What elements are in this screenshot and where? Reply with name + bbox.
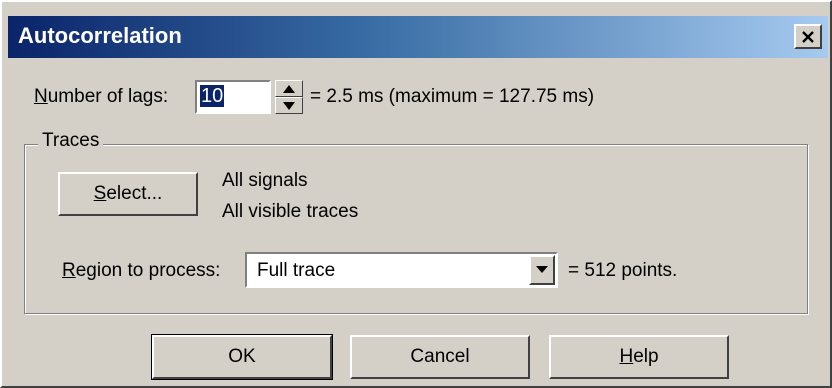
cancel-button[interactable]: Cancel <box>350 335 530 379</box>
region-selected-value: Full trace <box>257 260 336 281</box>
accelerator-key: S <box>93 183 107 204</box>
number-of-lags-label: Number of lags: <box>34 86 168 108</box>
ok-button[interactable]: OK <box>151 334 333 380</box>
label-text: egion to process: <box>75 260 221 281</box>
traces-group <box>24 144 808 314</box>
triangle-down-icon <box>283 101 295 110</box>
accelerator-key: H <box>619 346 634 367</box>
close-icon <box>802 30 814 43</box>
lags-value: 10 <box>200 85 225 107</box>
accelerator-key: N <box>34 86 48 107</box>
traces-group-title: Traces <box>38 130 104 152</box>
region-select[interactable]: Full trace <box>245 252 558 288</box>
chevron-down-icon <box>536 266 548 273</box>
region-label: Region to process: <box>62 260 220 282</box>
select-traces-button[interactable]: Select... <box>58 172 198 216</box>
label-text: umber of lags: <box>47 86 169 107</box>
triangle-up-icon <box>283 84 295 93</box>
spin-down-button[interactable] <box>275 97 303 114</box>
window-title: Autocorrelation <box>18 23 182 48</box>
visible-traces-text: All visible traces <box>222 201 359 222</box>
autocorrelation-dialog: Autocorrelation Number of lags: 10 = 2.5… <box>0 0 832 388</box>
region-dropdown-button[interactable] <box>529 255 555 285</box>
help-button[interactable]: Help <box>549 335 729 379</box>
title-bar[interactable]: Autocorrelation <box>8 16 828 58</box>
button-label: elp <box>633 346 659 367</box>
region-points-text: = 512 points. <box>568 260 678 281</box>
number-of-lags-input[interactable]: 10 <box>195 80 271 114</box>
button-label: elect... <box>106 183 163 204</box>
lags-duration-text: = 2.5 ms (maximum = 127.75 ms) <box>310 86 595 107</box>
signals-text: All signals <box>222 170 308 191</box>
accelerator-key: R <box>62 260 76 281</box>
lags-spinner <box>275 80 303 114</box>
spin-up-button[interactable] <box>275 80 303 97</box>
close-button[interactable] <box>794 24 822 49</box>
